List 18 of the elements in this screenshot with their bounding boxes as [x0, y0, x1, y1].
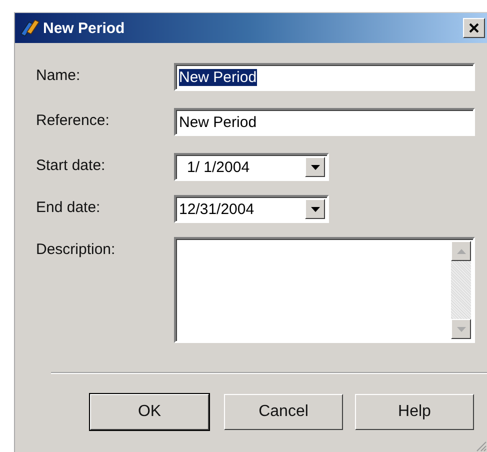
app-icon	[19, 18, 41, 38]
field-label: End date:	[36, 198, 102, 216]
field-label: Description:	[36, 240, 116, 258]
field-label: Start date:	[36, 156, 106, 174]
text-field[interactable]: New Period	[174, 108, 475, 136]
description-field[interactable]	[174, 237, 475, 343]
field-label: Name:	[36, 66, 82, 84]
close-icon[interactable]	[469, 23, 479, 33]
dialog-button[interactable]: Help	[355, 394, 474, 430]
dialog-button[interactable]: OK	[90, 394, 209, 430]
dialog-button[interactable]: Cancel	[224, 394, 343, 430]
field-label: Reference:	[36, 111, 110, 129]
close-button[interactable]	[463, 18, 485, 38]
resize-grip-icon[interactable]	[475, 440, 487, 452]
date-picker[interactable]: 1/ 1/2004	[174, 153, 329, 181]
window-title: New Period	[43, 20, 126, 36]
date-picker[interactable]: 12/31/2004	[174, 195, 329, 223]
text-field[interactable]: New Period	[174, 63, 475, 91]
